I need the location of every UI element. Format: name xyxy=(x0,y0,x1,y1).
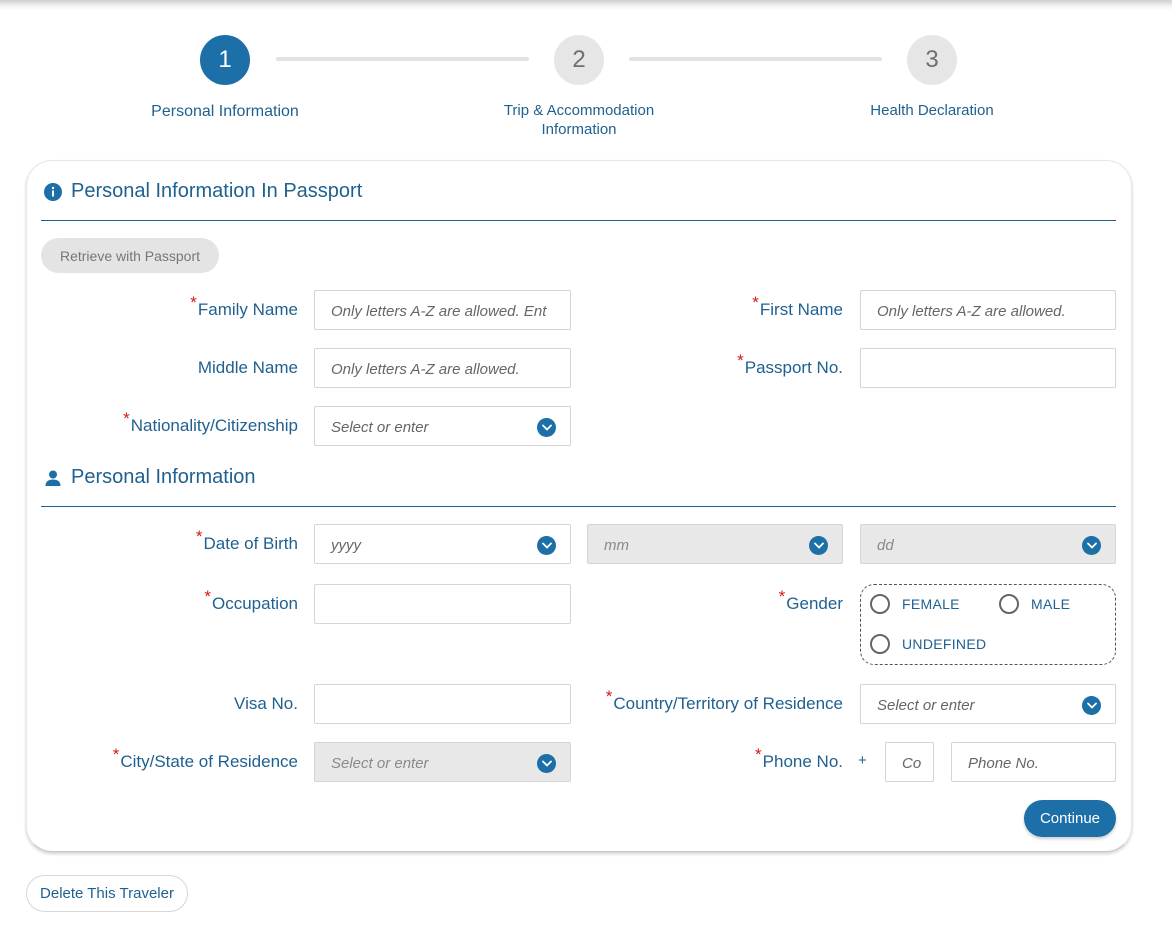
required-asterisk: * xyxy=(204,587,211,606)
radio-button[interactable] xyxy=(870,594,890,614)
required-asterisk: * xyxy=(112,745,120,764)
radio-button[interactable] xyxy=(999,594,1019,614)
chevron-down-icon[interactable] xyxy=(1082,536,1101,555)
phone-prefix: + xyxy=(858,752,867,769)
chevron-down-icon[interactable] xyxy=(537,536,556,555)
date-of-birth-label: *Date of Birth xyxy=(196,527,299,554)
country-residence-select[interactable]: Select or enter xyxy=(860,684,1116,724)
country-residence-placeholder: Select or enter xyxy=(877,696,975,714)
delete-traveler-button[interactable]: Delete This Traveler xyxy=(26,875,188,912)
person-icon xyxy=(44,469,62,487)
date-of-birth-label-text: Date of Birth xyxy=(203,534,299,553)
family-name-input[interactable]: Only letters A-Z are allowed. Ent xyxy=(314,290,571,330)
passport-section-title-text: Personal Information In Passport xyxy=(71,180,363,202)
step-3-label: Health Declaration xyxy=(870,102,994,119)
step-2-label-line1: Trip & Accommodation xyxy=(503,102,655,119)
birth-month-placeholder: mm xyxy=(604,536,629,554)
family-name-label-text: Family Name xyxy=(197,300,298,319)
middle-name-label-text: Middle Name xyxy=(197,358,298,377)
gender-option-male-label: MALE xyxy=(1031,596,1071,612)
info-icon xyxy=(44,182,62,201)
gender-option-undefined[interactable]: UNDEFINED xyxy=(870,634,986,654)
family-name-label: *Family Name xyxy=(190,293,298,320)
gender-option-female[interactable]: FEMALE xyxy=(870,594,960,614)
first-name-label-text: First Name xyxy=(759,300,843,319)
gender-option-undefined-label: UNDEFINED xyxy=(902,636,987,652)
phone-country-code-input[interactable]: Co xyxy=(885,742,934,782)
birth-year-placeholder: yyyy xyxy=(331,536,361,554)
step-connector-1-2 xyxy=(276,57,529,61)
required-asterisk: * xyxy=(778,587,786,606)
phone-label: *Phone No. xyxy=(755,745,843,772)
passport-no-input[interactable] xyxy=(860,348,1116,388)
chevron-down-icon[interactable] xyxy=(1082,696,1101,715)
middle-name-input[interactable]: Only letters A-Z are allowed. xyxy=(314,348,571,388)
passport-no-label: *Passport No. xyxy=(737,351,843,378)
visa-no-label: Visa No. xyxy=(234,694,298,714)
gender-option-male[interactable]: MALE xyxy=(999,594,1070,614)
birth-month-select[interactable]: mm xyxy=(587,524,843,564)
gender-label: *Gender xyxy=(779,587,843,614)
required-asterisk: * xyxy=(195,527,203,546)
country-residence-label: *Country/Territory of Residence xyxy=(606,687,843,714)
passport-section-title: Personal Information In Passport xyxy=(44,180,362,203)
first-name-label: *First Name xyxy=(752,293,843,320)
required-asterisk: * xyxy=(190,293,197,312)
personal-section-title: Personal Information xyxy=(44,466,256,489)
gender-label-text: Gender xyxy=(786,594,843,613)
birth-year-select[interactable]: yyyy xyxy=(314,524,571,564)
required-asterisk: * xyxy=(752,293,759,312)
birth-day-select[interactable]: dd xyxy=(860,524,1116,564)
continue-button[interactable]: Continue xyxy=(1024,800,1116,837)
passport-section-divider xyxy=(41,220,1116,221)
nationality-select-placeholder: Select or enter xyxy=(331,418,429,436)
phone-label-text: Phone No. xyxy=(762,752,843,771)
visa-no-label-text: Visa No. xyxy=(234,694,298,713)
retrieve-with-passport-button[interactable]: Retrieve with Passport xyxy=(41,238,219,273)
personal-section-title-text: Personal Information xyxy=(71,466,256,488)
nationality-label-text: Nationality/Citizenship xyxy=(130,416,298,435)
chevron-down-icon[interactable] xyxy=(537,754,556,773)
birth-day-placeholder: dd xyxy=(877,536,894,554)
required-asterisk: * xyxy=(123,409,130,428)
city-residence-label-text: City/State of Residence xyxy=(120,752,298,771)
phone-number-input[interactable]: Phone No. xyxy=(951,742,1116,782)
occupation-label-text: Occupation xyxy=(212,594,298,613)
personal-section-divider xyxy=(41,506,1116,507)
required-asterisk: * xyxy=(755,745,762,764)
step-connector-2-3 xyxy=(629,57,882,61)
top-shadow xyxy=(0,0,1172,10)
passport-no-label-text: Passport No. xyxy=(744,358,843,377)
chevron-down-icon[interactable] xyxy=(809,536,828,555)
city-residence-placeholder: Select or enter xyxy=(331,754,429,772)
country-residence-label-text: Country/Territory of Residence xyxy=(613,694,843,713)
step-2-label: Trip & Accommodation Information xyxy=(479,101,679,139)
city-residence-label: *City/State of Residence xyxy=(113,745,298,772)
occupation-input[interactable] xyxy=(314,584,571,624)
first-name-input[interactable]: Only letters A-Z are allowed. xyxy=(860,290,1116,330)
radio-button[interactable] xyxy=(870,634,890,654)
step-3-indicator[interactable]: 3 xyxy=(907,35,957,85)
step-1-label: Personal Information xyxy=(151,103,299,120)
gender-option-female-label: FEMALE xyxy=(902,596,960,612)
chevron-down-icon[interactable] xyxy=(537,418,556,437)
nationality-label: *Nationality/Citizenship xyxy=(123,409,298,436)
middle-name-label: Middle Name xyxy=(198,358,298,378)
step-2-label-line2: Information xyxy=(541,121,617,138)
step-1-indicator[interactable]: 1 xyxy=(200,35,250,85)
occupation-label: *Occupation xyxy=(204,587,298,614)
required-asterisk: * xyxy=(605,687,613,706)
city-residence-select[interactable]: Select or enter xyxy=(314,742,571,782)
visa-no-input[interactable] xyxy=(314,684,571,724)
nationality-select[interactable]: Select or enter xyxy=(314,406,571,446)
step-2-indicator[interactable]: 2 xyxy=(554,35,604,85)
required-asterisk: * xyxy=(737,351,744,370)
